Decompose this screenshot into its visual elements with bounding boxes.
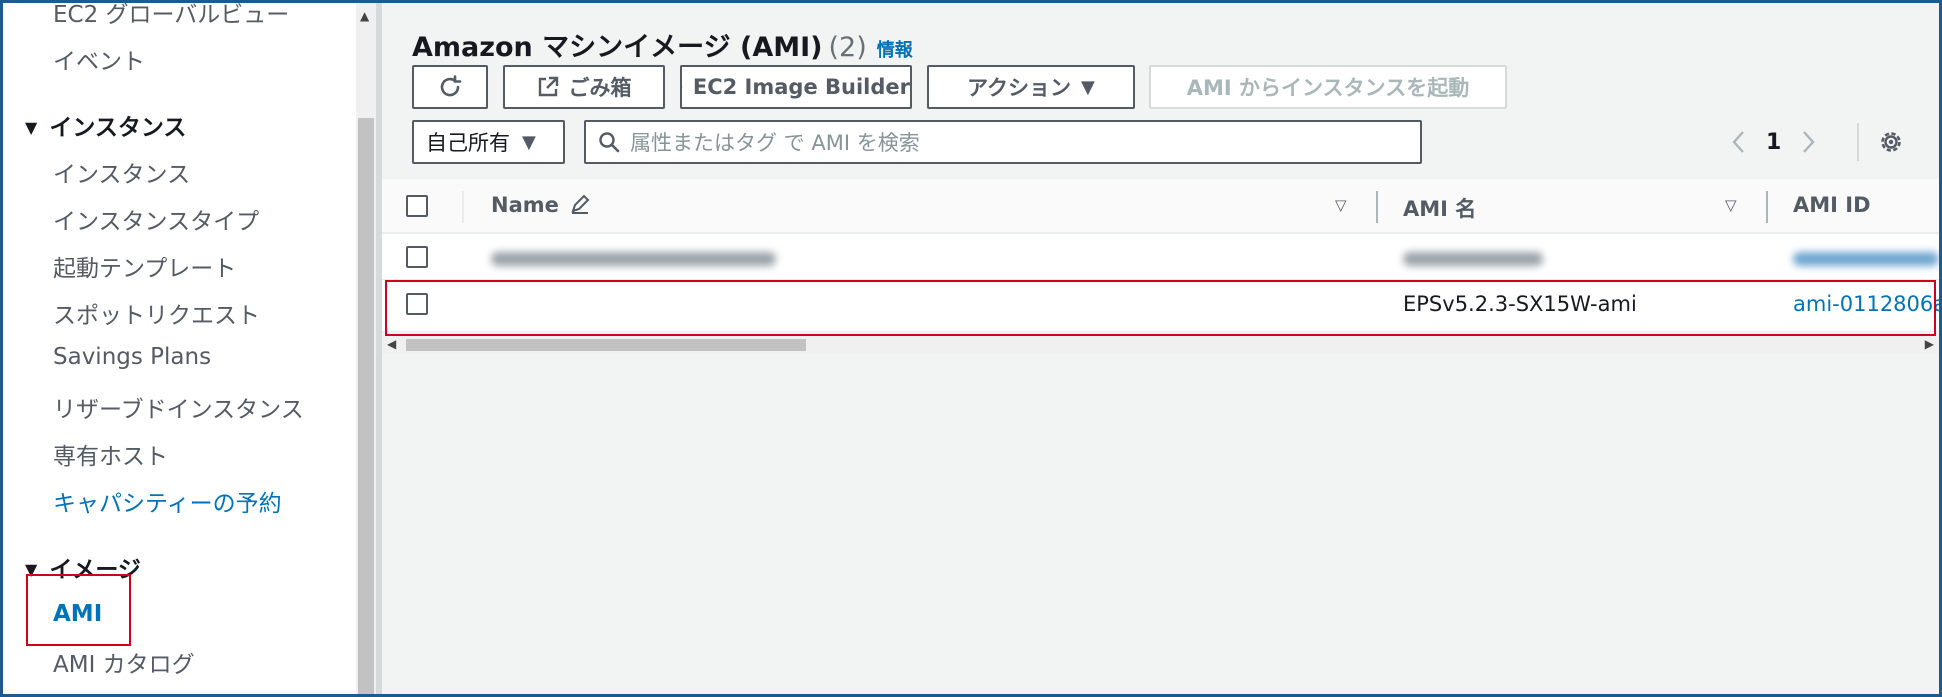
edit-icon xyxy=(571,194,590,214)
search-input[interactable]: 属性またはタグ で AMI を検索 xyxy=(584,120,1422,164)
chevron-right-icon[interactable] xyxy=(1799,129,1817,155)
app-frame: EC2 グローバルビュー イベント ▼ インスタンス インスタンス インスタンスタ… xyxy=(3,3,1939,694)
row-checkbox[interactable] xyxy=(406,246,428,268)
sidebar-section-label: インスタンス xyxy=(49,115,187,141)
blurred-ami-name xyxy=(1403,252,1543,266)
caret-down-icon: ▼ xyxy=(522,131,536,153)
info-link[interactable]: 情報 xyxy=(877,40,913,61)
launch-instance-button[interactable]: AMI からインスタンスを起動 xyxy=(1149,65,1507,109)
sidebar-item-dedicated-hosts[interactable]: 専有ホスト xyxy=(53,437,168,471)
column-header-label: Name xyxy=(491,193,559,217)
image-builder-button[interactable]: EC2 Image Builder xyxy=(680,65,912,109)
sidebar-item-savings-plans[interactable]: Savings Plans xyxy=(53,344,211,370)
trash-button-label: ごみ箱 xyxy=(568,76,632,100)
blurred-ami-id xyxy=(1793,252,1939,266)
external-link-icon xyxy=(538,76,558,97)
table-row[interactable] xyxy=(382,234,1939,280)
highlight-box xyxy=(26,574,131,646)
column-separator xyxy=(462,191,464,223)
sidebar-item-events[interactable]: イベント xyxy=(53,42,145,76)
sidebar-item-capacity-reservations[interactable]: キャパシティーの予約 xyxy=(53,484,282,518)
scroll-up-icon[interactable]: ▲ xyxy=(360,9,369,23)
blurred-name xyxy=(491,252,776,266)
page-title-text: Amazon マシンイメージ (AMI) xyxy=(412,32,823,63)
main-content: Amazon マシンイメージ (AMI) (2) 情報 ごみ箱 EC2 Image … xyxy=(382,3,1939,694)
sidebar: EC2 グローバルビュー イベント ▼ インスタンス インスタンス インスタンスタ… xyxy=(3,3,356,694)
actions-dropdown[interactable]: アクション ▼ xyxy=(927,65,1135,109)
sidebar-item-ami-catalog[interactable]: AMI カタログ xyxy=(53,645,195,679)
external-link-icon xyxy=(682,86,683,88)
sidebar-section-instances[interactable]: ▼ インスタンス xyxy=(25,108,186,142)
owner-filter-select[interactable]: 自己所有 ▼ xyxy=(412,120,565,164)
sidebar-item-global-view[interactable]: EC2 グローバルビュー xyxy=(53,3,289,29)
sidebar-item-reserved-instances[interactable]: リザーブドインスタンス xyxy=(53,390,304,424)
pagination: 1 xyxy=(1730,120,1817,164)
scroll-left-icon[interactable]: ◀ xyxy=(387,337,396,351)
refresh-button[interactable] xyxy=(412,65,488,109)
column-separator[interactable] xyxy=(1766,191,1768,223)
sidebar-scrollbar[interactable]: ▲ xyxy=(356,3,376,694)
sidebar-item-spot-requests[interactable]: スポットリクエスト xyxy=(53,296,260,330)
caret-down-icon: ▼ xyxy=(25,118,38,137)
chevron-left-icon[interactable] xyxy=(1730,129,1748,155)
scroll-right-icon[interactable]: ▶ xyxy=(1925,337,1934,351)
current-page[interactable]: 1 xyxy=(1766,130,1781,155)
column-header-ami-name[interactable]: AMI 名 xyxy=(1403,193,1476,223)
launch-instance-label: AMI からインスタンスを起動 xyxy=(1186,76,1470,100)
highlight-box xyxy=(385,280,1936,336)
column-header-ami-id[interactable]: AMI ID xyxy=(1793,193,1871,217)
gear-icon[interactable] xyxy=(1878,129,1904,155)
pager-divider xyxy=(1857,123,1859,161)
column-header-name[interactable]: Name xyxy=(491,193,590,217)
actions-label: アクション xyxy=(967,76,1072,100)
scrollbar-thumb[interactable] xyxy=(358,118,374,694)
table-header: Name ▽ AMI 名 ▽ AMI ID xyxy=(382,179,1939,234)
owner-filter-value: 自己所有 xyxy=(426,131,510,155)
search-icon xyxy=(599,132,620,153)
refresh-icon xyxy=(440,75,462,97)
caret-down-icon: ▼ xyxy=(1081,76,1095,98)
select-all-checkbox[interactable] xyxy=(406,195,428,217)
search-placeholder: 属性またはタグ で AMI を検索 xyxy=(630,131,920,155)
sort-icon[interactable]: ▽ xyxy=(1725,196,1737,214)
image-builder-label: EC2 Image Builder xyxy=(692,75,910,99)
page-title: Amazon マシンイメージ (AMI) (2) 情報 xyxy=(412,25,913,64)
horizontal-scrollbar[interactable]: ◀ ▶ xyxy=(382,336,1939,354)
column-separator[interactable] xyxy=(1376,191,1378,223)
item-count: (2) xyxy=(828,32,867,63)
sort-icon[interactable]: ▽ xyxy=(1335,196,1347,214)
sidebar-item-launch-templates[interactable]: 起動テンプレート xyxy=(53,249,236,283)
sidebar-item-instance-types[interactable]: インスタンスタイプ xyxy=(53,202,259,236)
trash-button[interactable]: ごみ箱 xyxy=(503,65,665,109)
scrollbar-thumb[interactable] xyxy=(406,339,806,351)
sidebar-item-instances[interactable]: インスタンス xyxy=(53,155,190,189)
